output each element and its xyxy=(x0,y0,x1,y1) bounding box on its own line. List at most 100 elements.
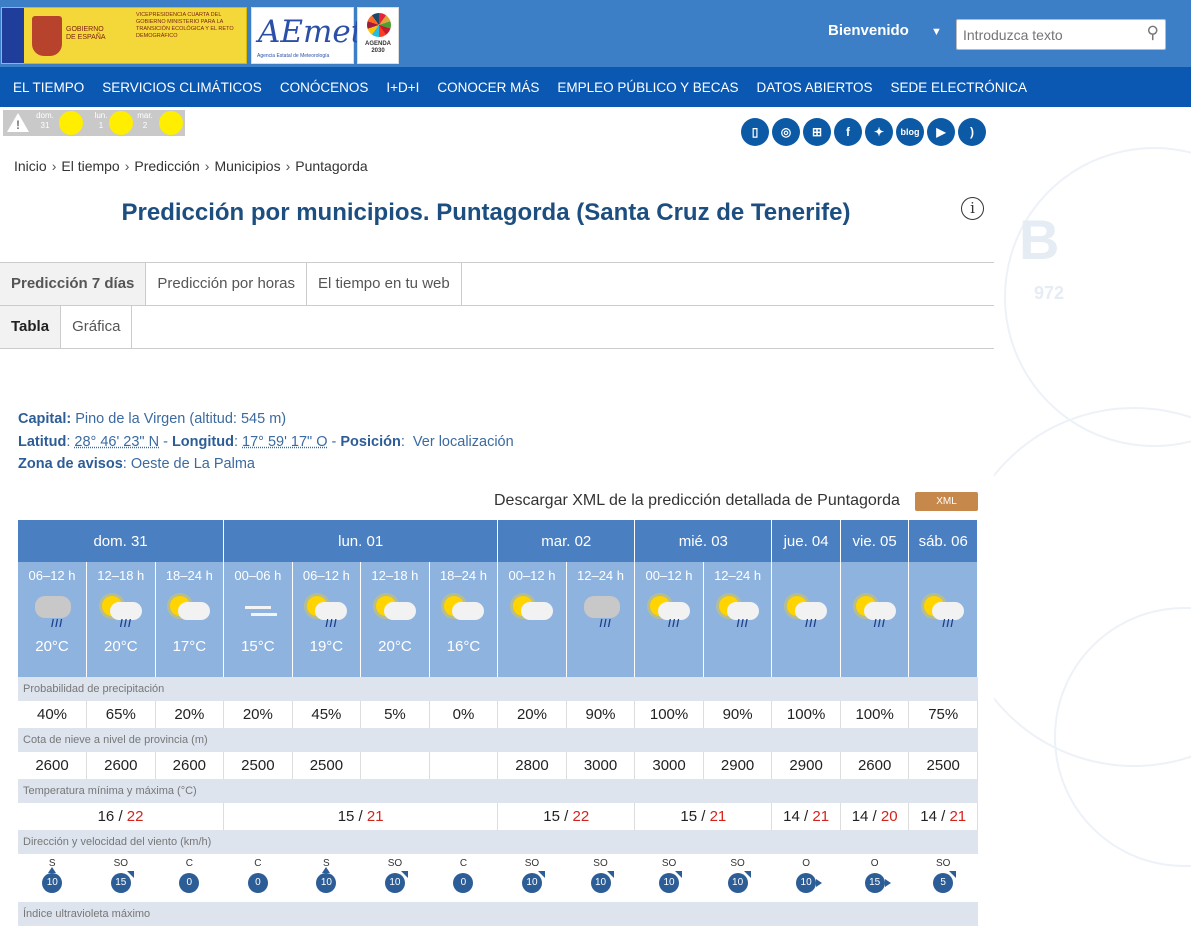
weather-icon-part: / / / xyxy=(942,618,953,630)
weather-icon-part xyxy=(244,606,271,609)
gov-label: GOBIERNO DE ESPAÑA xyxy=(66,26,106,41)
main-tabs: Predicción 7 días Predicción por horas El … xyxy=(0,262,994,306)
nav-item-0[interactable]: EL TIEMPO xyxy=(13,80,84,95)
temperature-min-max: 15 / 21 xyxy=(223,803,499,830)
weather-icon-part: / / / xyxy=(805,618,816,630)
alert-level-dot[interactable] xyxy=(59,111,83,135)
alert-level-dot[interactable] xyxy=(109,111,133,135)
snow-level-cell: 2600 xyxy=(840,752,910,779)
nav-item-2[interactable]: CONÓCENOS xyxy=(280,80,369,95)
aemet-logo[interactable]: AEmet Agencia Estatal de Meteorología xyxy=(251,7,363,64)
period-temperature: 20°C xyxy=(104,638,138,655)
period-label: 18–24 h xyxy=(165,568,213,583)
search-input[interactable] xyxy=(957,20,1137,49)
snow-level-cell: 3000 xyxy=(634,752,704,779)
alert-day-number: 2 xyxy=(142,121,148,130)
wind-cell: C0 xyxy=(223,854,293,902)
welcome-menu[interactable]: Bienvenido xyxy=(828,22,909,39)
breadcrumb-separator-icon: › xyxy=(204,158,210,174)
capital-label: Capital: xyxy=(18,411,72,427)
temperature-min-max: 14 / 20 xyxy=(840,803,910,830)
fog-icon xyxy=(235,588,281,632)
alert-level-dot[interactable] xyxy=(159,111,183,135)
precipitation-cell: 0% xyxy=(429,701,499,728)
agenda-2030-logo[interactable]: AGENDA 2030 xyxy=(357,7,399,64)
min-temperature: 14 xyxy=(851,808,869,825)
snow-level-row: 2600 2600 2600 2500 2500 2800 3000 3000 2900 2900… xyxy=(18,752,978,779)
wind-arrow-icon: 10 xyxy=(727,871,751,893)
period-cell: 18–24 h 17°C xyxy=(155,562,225,677)
period-cell: / / / xyxy=(840,562,910,677)
max-temperature: 21 xyxy=(709,808,727,825)
longitude-value: 17° 59' 17" O xyxy=(242,433,328,450)
max-temperature: 21 xyxy=(812,808,830,825)
breadcrumb-item[interactable]: Inicio xyxy=(14,158,47,174)
nav-item-3[interactable]: I+D+I xyxy=(386,80,419,95)
rss-icon[interactable]: ) xyxy=(958,118,986,146)
wind-cell: SO 15 xyxy=(86,854,156,902)
precipitation-cell: 45% xyxy=(292,701,362,728)
temperature-min-max: 16 / 22 xyxy=(18,803,225,830)
wind-arrow-icon: 5 xyxy=(933,871,957,893)
breadcrumb-item[interactable]: Predicción xyxy=(134,158,199,174)
tab-main-1[interactable]: Predicción por horas xyxy=(146,263,307,305)
precipitation-cell: 20% xyxy=(223,701,293,728)
breadcrumb-separator-icon: › xyxy=(51,158,57,174)
search-icon[interactable]: ⚲ xyxy=(1147,23,1159,43)
snow-level-cell: 2600 xyxy=(18,752,88,779)
breadcrumb-item[interactable]: Municipios xyxy=(214,158,280,174)
day-header: sáb. 06 xyxy=(908,520,978,562)
wind-row: S 10 SO 15 C 0 C 0 S 10 SO 10 C 0 SO 10 SO 10 SO 10 SO 10 O 10 O… xyxy=(18,854,978,902)
facebook-icon[interactable]: f xyxy=(834,118,862,146)
background-weather-map: B 972 xyxy=(994,107,1191,904)
weather-alerts[interactable]: ! dom. 31 lun. 1 mar. 2 xyxy=(3,110,185,136)
nav-item-4[interactable]: CONOCER MÁS xyxy=(437,80,539,95)
app-icon[interactable]: ◎ xyxy=(772,118,800,146)
day-header: mié. 03 xyxy=(634,520,773,562)
period-temperature: 20°C xyxy=(378,638,412,655)
precipitation-label: Probabilidad de precipitación xyxy=(18,677,978,701)
wind-direction: O xyxy=(802,858,810,869)
temp-separator: / xyxy=(799,808,813,825)
blog-icon[interactable]: blog xyxy=(896,118,924,146)
xml-download-text[interactable]: Descargar XML de la predicción detallada… xyxy=(494,492,900,510)
gobierno-espana-logo[interactable]: GOBIERNO DE ESPAÑA VICEPRESIDENCIA CUART… xyxy=(1,7,247,64)
weather-icon-part xyxy=(383,602,416,620)
aemet-logo-text: AEmet xyxy=(258,14,364,50)
sitemap-icon[interactable]: ⊞ xyxy=(803,118,831,146)
period-cell: 12–18 h 20°C xyxy=(360,562,430,677)
twitter-icon[interactable]: ✦ xyxy=(865,118,893,146)
snow-level-cell: 2600 xyxy=(86,752,156,779)
tab-sub-0[interactable]: Tabla xyxy=(0,306,62,348)
temperature-row: 16 / 22 15 / 21 15 / 22 15 / 21 14 / 21 14 / … xyxy=(18,803,978,830)
info-icon[interactable]: i xyxy=(961,197,984,220)
view-location-link[interactable]: Ver localización xyxy=(413,434,514,450)
weather-icon-part: / / / xyxy=(119,618,131,630)
mobile-icon[interactable]: ▯ xyxy=(741,118,769,146)
nav-item-7[interactable]: SEDE ELECTRÓNICA xyxy=(891,80,1028,95)
temperature-min-max: 14 / 21 xyxy=(908,803,978,830)
position-label: Posición xyxy=(340,433,401,450)
period-cell: 18–24 h 16°C xyxy=(429,562,499,677)
nav-item-5[interactable]: EMPLEO PÚBLICO Y BECAS xyxy=(557,80,738,95)
wind-direction: SO xyxy=(661,858,677,869)
period-label: 12–24 h xyxy=(577,568,625,583)
breadcrumb-item[interactable]: El tiempo xyxy=(61,158,119,174)
tab-main-2[interactable]: El tiempo en tu web xyxy=(307,263,462,305)
capital-value: Pino de la Virgen (altitud: 545 m) xyxy=(75,411,287,427)
caret-down-icon[interactable]: ▼ xyxy=(931,26,942,38)
nav-item-6[interactable]: DATOS ABIERTOS xyxy=(756,80,872,95)
wind-arrow-icon: 15 xyxy=(110,871,134,893)
min-temperature: 14 xyxy=(920,808,937,825)
xml-download-button[interactable]: XML xyxy=(915,492,978,511)
period-label: 00–12 h xyxy=(645,568,693,583)
forecast-table: dom. 31 lun. 01 mar. 02 mié. 03 jue. 04 vie. … xyxy=(18,520,978,926)
precipitation-row: 40% 65% 20% 20% 45% 5% 0% 20% 90% 100% 90% 100% 100%… xyxy=(18,701,978,728)
temperature-label-row: Temperatura mínima y máxima (°C) xyxy=(18,779,978,803)
tab-sub-1[interactable]: Gráfica xyxy=(61,306,133,348)
nav-item-1[interactable]: SERVICIOS CLIMÁTICOS xyxy=(102,80,262,95)
main-nav: EL TIEMPO SERVICIOS CLIMÁTICOS CONÓCENOS I+… xyxy=(0,67,1191,107)
tab-main-0[interactable]: Predicción 7 días xyxy=(0,263,147,305)
youtube-icon[interactable]: ▶ xyxy=(927,118,955,146)
period-label xyxy=(772,568,839,584)
